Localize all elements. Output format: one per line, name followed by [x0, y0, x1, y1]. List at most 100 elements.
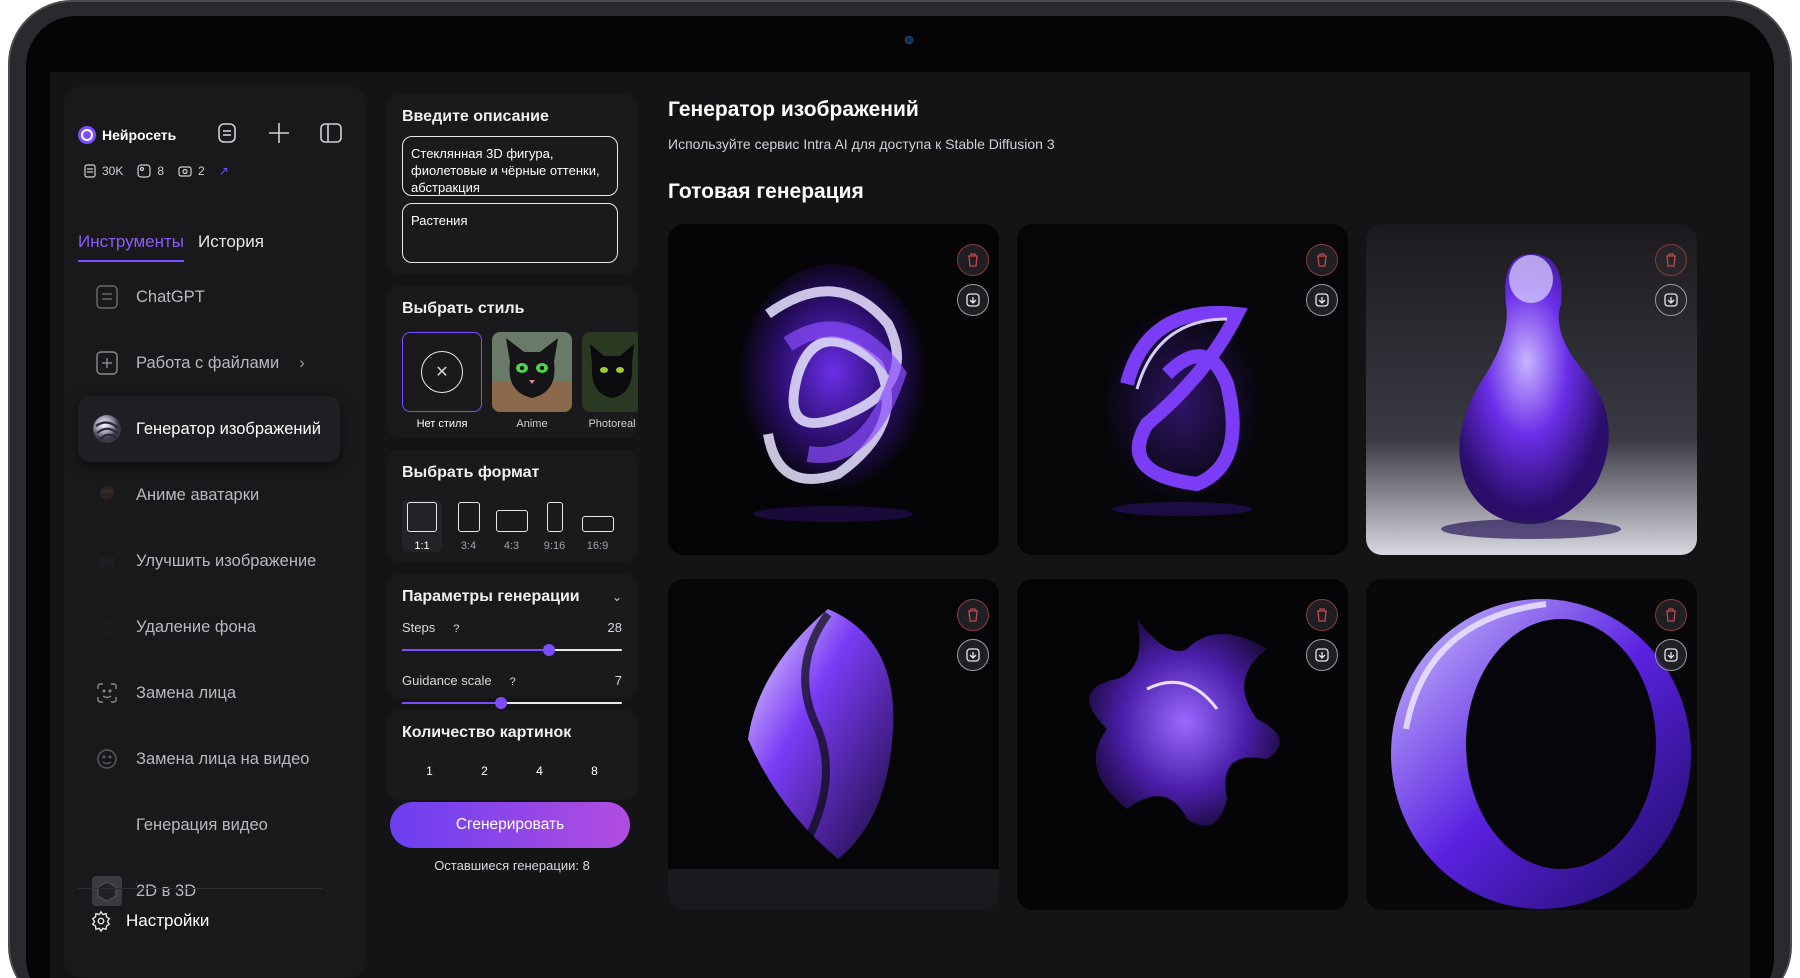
video-gen-icon — [92, 810, 122, 840]
sidebar-toolbar — [212, 118, 346, 148]
page-subtitle: Используйте сервис Intra AI для доступа … — [668, 136, 1055, 152]
delete-button[interactable] — [957, 599, 989, 631]
download-button[interactable] — [1306, 284, 1338, 316]
sidebar-item-bg-remove[interactable]: Удаление фона — [78, 594, 340, 660]
help-icon[interactable]: ? — [453, 623, 459, 635]
format-label: 1:1 — [414, 540, 430, 552]
negative-prompt-input[interactable]: Растения — [402, 203, 618, 263]
sidebar-item-image-generator[interactable]: Генератор изображений — [78, 396, 340, 462]
download-icon — [1315, 648, 1329, 662]
description-card: Введите описание Стеклянная 3D фигура, ф… — [386, 94, 638, 274]
slider-knob[interactable] — [495, 697, 507, 709]
new-chat-icon[interactable] — [264, 118, 294, 148]
sidebar-item-label: Замена лица — [136, 683, 237, 702]
style-option-photoreal[interactable]: Photoreal — [582, 332, 638, 430]
steps-slider[interactable] — [402, 644, 622, 656]
file-plus-icon — [92, 348, 122, 378]
sidebar-nav: ChatGPT Работа с файлами › Генератор изо… — [78, 264, 340, 924]
format-9-16[interactable]: 9:16 — [538, 500, 571, 552]
results-title: Готовая генерация — [668, 180, 864, 203]
brand-name: Нейросеть — [102, 127, 177, 143]
delete-button[interactable] — [1306, 244, 1338, 276]
sidebar-item-label: Работа с файлами — [136, 353, 280, 372]
count-option[interactable]: 2 — [481, 764, 488, 778]
format-16-9[interactable]: 16:9 — [581, 500, 614, 552]
generate-button[interactable]: Сгенерировать — [390, 802, 630, 848]
settings-button[interactable]: Настройки — [78, 910, 209, 932]
delete-button[interactable] — [1306, 599, 1338, 631]
guidance-row: Guidance scale? 7 — [402, 673, 622, 688]
count-option[interactable]: 8 — [591, 764, 598, 778]
style-option-anime[interactable]: Anime — [492, 332, 572, 430]
bg-remove-icon — [92, 612, 122, 642]
face-swap-icon — [92, 678, 122, 708]
guidance-label: Guidance scale — [402, 673, 492, 688]
style-label: Anime — [516, 418, 548, 430]
sidebar-item-anime-avatars[interactable]: Аниме аватарки — [78, 462, 340, 528]
sidebar-item-face-swap[interactable]: Замена лица — [78, 660, 340, 726]
guidance-slider[interactable] — [402, 697, 622, 709]
params-header[interactable]: Параметры генерации ⌄ — [402, 588, 622, 606]
sidebar-item-enhance[interactable]: Улучшить изображение — [78, 528, 340, 594]
sidebar-item-files[interactable]: Работа с файлами › — [78, 330, 340, 396]
count-option[interactable]: 1 — [426, 764, 433, 778]
delete-button[interactable] — [1655, 244, 1687, 276]
download-button[interactable] — [957, 284, 989, 316]
slider-knob[interactable] — [543, 644, 556, 656]
tab-tools[interactable]: Инструменты — [78, 232, 185, 262]
prompt-input[interactable]: Стеклянная 3D фигура, фиолетовые и чёрны… — [402, 136, 618, 196]
params-title: Параметры генерации — [402, 588, 580, 605]
remaining-generations: Оставшиеся генерации: 8 — [434, 858, 590, 873]
count-option[interactable]: 4 — [536, 764, 543, 778]
video-count-value: 2 — [198, 164, 205, 178]
brand-icon — [78, 126, 96, 144]
delete-button[interactable] — [1655, 599, 1687, 631]
format-1-1[interactable]: 1:1 — [402, 500, 442, 552]
wide-shape-icon — [581, 516, 614, 532]
brand-logo[interactable]: Нейросеть — [78, 126, 176, 144]
style-card: Выбрать стиль ✕ Нет стиля Anime Photorea… — [386, 286, 638, 438]
count-card: Количество картинок 1 2 4 8 — [386, 710, 638, 800]
style-label: Нет стиля — [416, 418, 468, 430]
sidebar-toggle-icon[interactable] — [316, 118, 346, 148]
sidebar-item-chatgpt[interactable]: ChatGPT — [78, 264, 340, 330]
download-button[interactable] — [1306, 639, 1338, 671]
sidebar-item-label: Замена лица на видео — [136, 749, 310, 768]
slider-fill — [402, 649, 550, 651]
style-title: Выбрать стиль — [402, 300, 525, 317]
result-image-5[interactable] — [1017, 579, 1348, 910]
download-button[interactable] — [1655, 639, 1687, 671]
sidebar-item-video-gen[interactable]: Генерация видео — [78, 792, 340, 858]
face-swap-video-icon — [92, 744, 122, 774]
notes-icon[interactable] — [212, 118, 242, 148]
result-image-6[interactable] — [1366, 579, 1697, 910]
sidebar-item-label: ChatGPT — [136, 287, 205, 306]
doc-count-value: 30K — [102, 164, 124, 178]
camera-icon — [905, 36, 913, 44]
params-card: Параметры генерации ⌄ Steps? 28 Guidance… — [386, 574, 638, 709]
trash-icon — [968, 608, 978, 622]
result-image-2[interactable] — [1017, 224, 1348, 555]
result-image-1[interactable] — [668, 224, 999, 555]
landscape-shape-icon — [495, 510, 528, 532]
sidebar-item-face-swap-video[interactable]: Замена лица на видео — [78, 726, 340, 792]
download-button[interactable] — [957, 639, 989, 671]
result-image-4[interactable] — [668, 579, 999, 910]
glass-vase-image — [1366, 224, 1697, 555]
format-3-4[interactable]: 3:4 — [452, 500, 485, 552]
glass-loop-image — [1017, 224, 1348, 555]
upgrade-arrow-icon[interactable]: ↗ — [219, 164, 229, 178]
slider-fill — [402, 702, 501, 704]
help-icon[interactable]: ? — [510, 676, 516, 688]
download-icon — [1664, 648, 1678, 662]
steps-value: 28 — [607, 620, 622, 635]
tab-history[interactable]: История — [198, 232, 264, 262]
result-image-3[interactable] — [1366, 224, 1697, 555]
delete-button[interactable] — [957, 244, 989, 276]
style-option-none[interactable]: ✕ Нет стиля — [402, 332, 482, 430]
download-button[interactable] — [1655, 284, 1687, 316]
format-4-3[interactable]: 4:3 — [495, 500, 528, 552]
sidebar-item-label: Аниме аватарки — [136, 485, 260, 504]
portrait-shape-icon — [457, 502, 480, 532]
results-grid — [668, 224, 1728, 910]
